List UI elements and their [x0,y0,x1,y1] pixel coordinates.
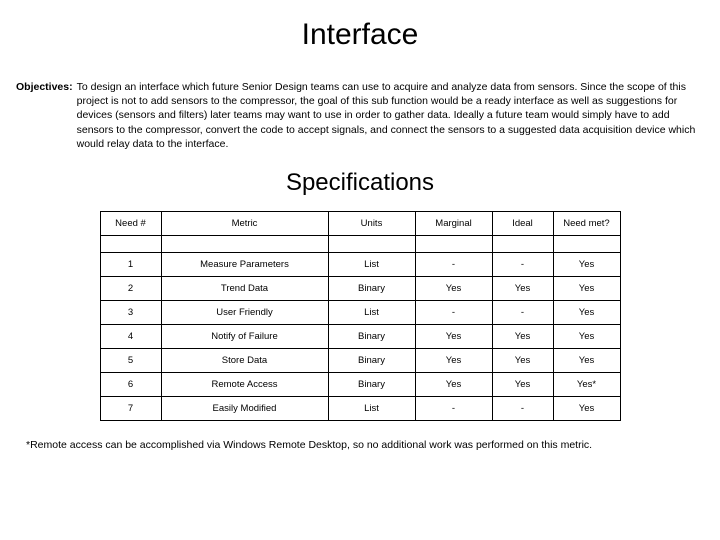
cell-marginal: - [415,396,492,420]
header-ideal: Ideal [492,211,553,235]
cell-marginal: Yes [415,348,492,372]
cell-marginal: Yes [415,276,492,300]
table-row: 1Measure ParametersList--Yes [100,252,620,276]
specifications-title: Specifications [10,169,710,197]
cell-metric: Store Data [161,348,328,372]
header-marginal: Marginal [415,211,492,235]
cell-need_met: Yes [553,324,620,348]
table-row: 7Easily ModifiedList--Yes [100,396,620,420]
cell-units: Binary [328,324,415,348]
table-row: 3User FriendlyList--Yes [100,300,620,324]
table-spacer-row [100,235,620,252]
objectives-section: Objectives: To design an interface which… [16,80,704,151]
cell-need_no: 4 [100,324,161,348]
cell-need_no: 3 [100,300,161,324]
objectives-label: Objectives: [16,80,77,151]
header-units: Units [328,211,415,235]
cell-units: Binary [328,372,415,396]
cell-marginal: - [415,300,492,324]
cell-units: List [328,252,415,276]
cell-marginal: Yes [415,324,492,348]
cell-ideal: Yes [492,276,553,300]
cell-units: Binary [328,348,415,372]
cell-units: Binary [328,276,415,300]
cell-need_met: Yes [553,276,620,300]
table-row: 4Notify of FailureBinaryYesYesYes [100,324,620,348]
cell-need_no: 1 [100,252,161,276]
cell-need_met: Yes [553,300,620,324]
cell-ideal: - [492,396,553,420]
document-page: Interface Objectives: To design an inter… [0,0,720,461]
cell-units: List [328,396,415,420]
cell-need_no: 6 [100,372,161,396]
cell-metric: Remote Access [161,372,328,396]
specifications-table-wrap: Need # Metric Units Marginal Ideal Need … [10,211,710,421]
cell-need_met: Yes [553,252,620,276]
cell-metric: Measure Parameters [161,252,328,276]
cell-need_met: Yes* [553,372,620,396]
table-row: 2Trend DataBinaryYesYesYes [100,276,620,300]
cell-need_no: 5 [100,348,161,372]
cell-need_met: Yes [553,348,620,372]
cell-metric: Notify of Failure [161,324,328,348]
cell-marginal: Yes [415,372,492,396]
cell-ideal: Yes [492,372,553,396]
cell-metric: User Friendly [161,300,328,324]
page-title: Interface [10,18,710,52]
cell-ideal: - [492,252,553,276]
cell-ideal: - [492,300,553,324]
objectives-text: To design an interface which future Seni… [77,80,704,151]
header-need-met: Need met? [553,211,620,235]
cell-metric: Trend Data [161,276,328,300]
table-row: 6Remote AccessBinaryYesYesYes* [100,372,620,396]
cell-ideal: Yes [492,348,553,372]
table-header-row: Need # Metric Units Marginal Ideal Need … [100,211,620,235]
header-need-no: Need # [100,211,161,235]
cell-ideal: Yes [492,324,553,348]
cell-need_no: 2 [100,276,161,300]
cell-need_no: 7 [100,396,161,420]
specifications-table: Need # Metric Units Marginal Ideal Need … [100,211,621,421]
footnote: *Remote access can be accomplished via W… [26,439,694,451]
cell-marginal: - [415,252,492,276]
cell-need_met: Yes [553,396,620,420]
table-row: 5Store DataBinaryYesYesYes [100,348,620,372]
header-metric: Metric [161,211,328,235]
cell-metric: Easily Modified [161,396,328,420]
cell-units: List [328,300,415,324]
